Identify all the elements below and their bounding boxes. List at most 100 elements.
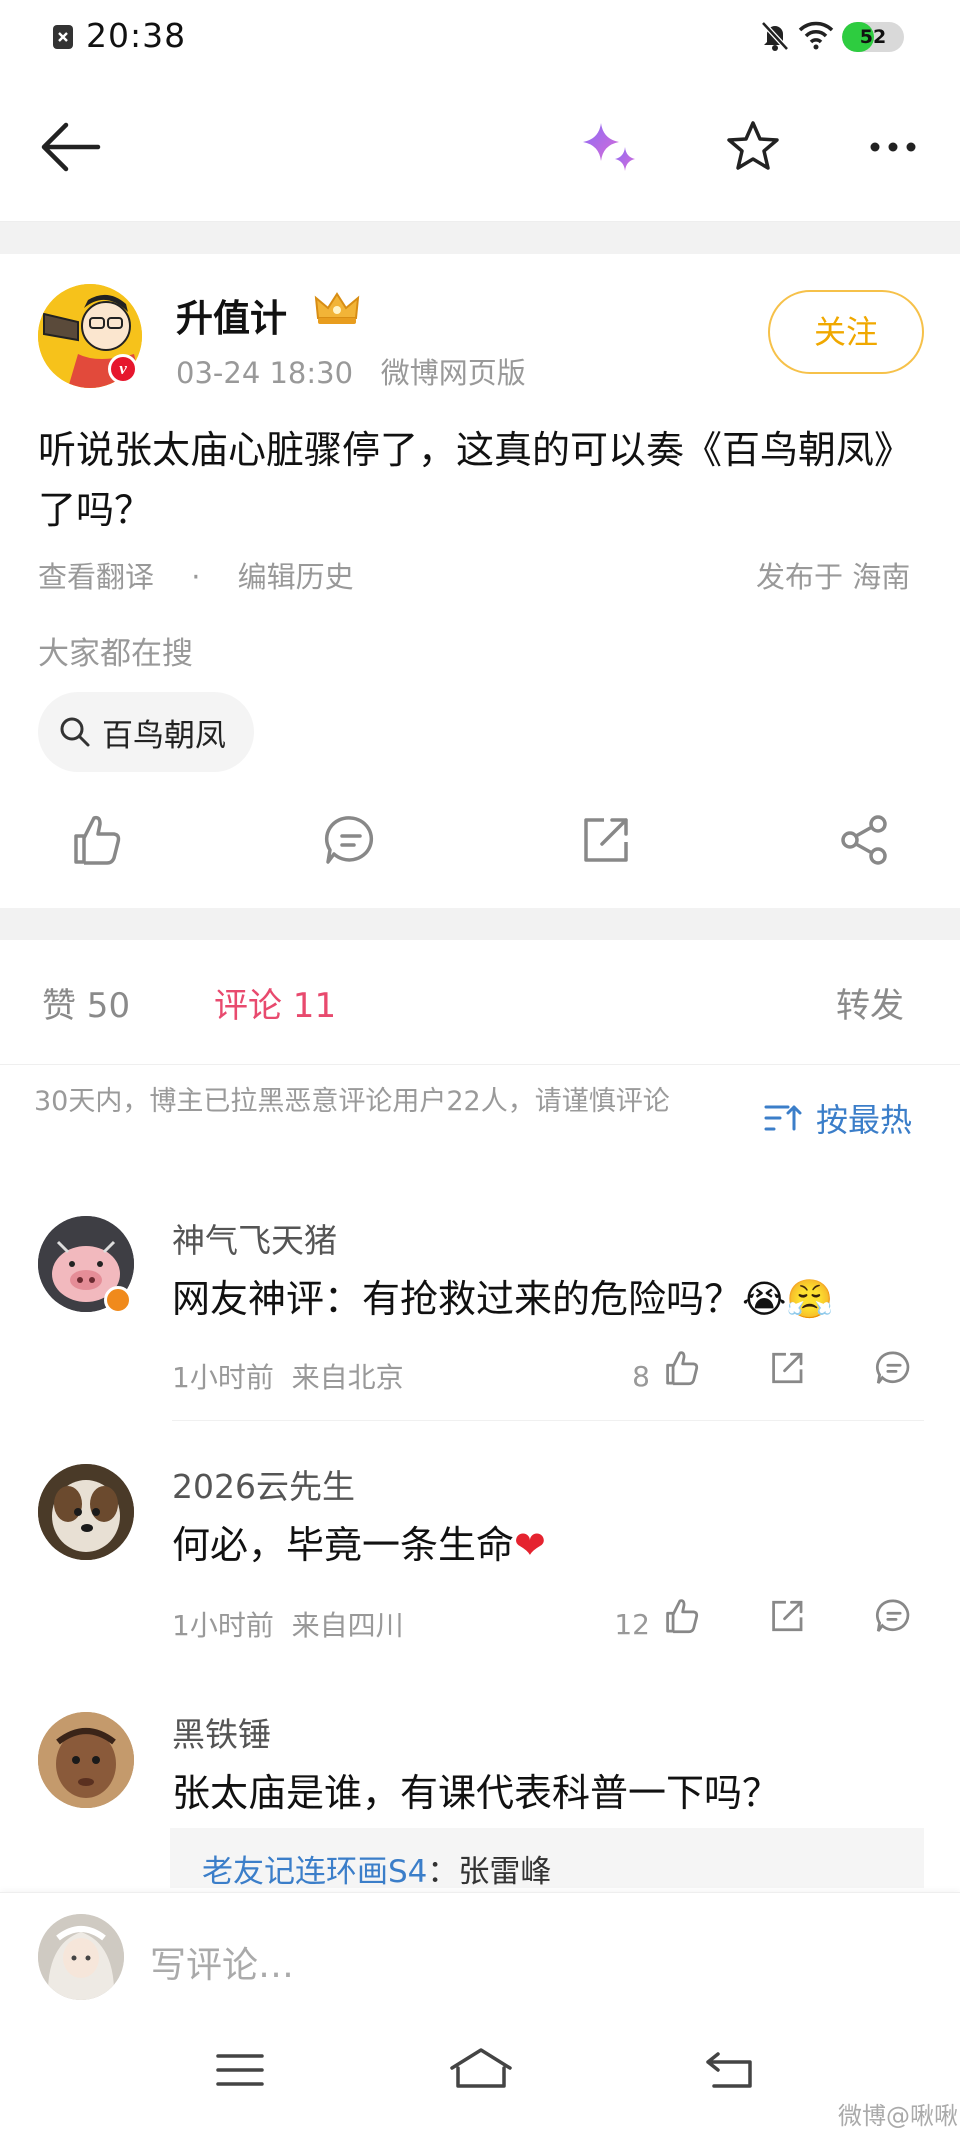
ai-sparkle-icon [583, 123, 635, 171]
comment-button[interactable] [316, 808, 386, 872]
like-button[interactable] [62, 808, 132, 872]
thumbs-up-icon [74, 815, 121, 865]
battery-level: 52 [859, 26, 887, 48]
battery-indicator: 52 [842, 22, 904, 52]
system-nav-bar [0, 2024, 960, 2133]
tab-reposts[interactable]: 转发 [836, 978, 904, 1027]
tab-comments[interactable]: 评论 11 [214, 978, 336, 1027]
reply-preview-author[interactable]: 老友记连环画S4 [202, 1854, 427, 1888]
post-action-row [0, 800, 960, 880]
author-name[interactable]: 升值计 [176, 288, 287, 342]
tab-likes[interactable]: 赞 50 [42, 978, 130, 1027]
star-outline-icon [727, 121, 779, 170]
hot-search-chip[interactable]: 百鸟朝凤 [38, 692, 254, 772]
mute-bell-icon [760, 20, 790, 52]
status-bar: 20:38 52 [0, 0, 960, 72]
watermark: 微博@啾啾 [838, 2102, 958, 2130]
comment-like-count: 8 [632, 1360, 650, 1393]
meta-separator: · [191, 560, 201, 594]
thumbs-up-icon [666, 1351, 699, 1386]
reply-preview-text: ：张雷峰 [427, 1854, 552, 1888]
thumbs-up-icon [666, 1599, 699, 1634]
comment-text: 网友神评：有抢救过来的危险吗？😭😤 [172, 1268, 834, 1323]
home-icon [450, 2048, 512, 2088]
sort-hot-button[interactable]: 按最热 [764, 1095, 912, 1141]
comment-input[interactable]: 写评论… [150, 1936, 294, 1988]
comment-like-button[interactable] [658, 1344, 706, 1392]
comment-location: 来自四川 [291, 1609, 404, 1642]
post-source: 微博网页版 [380, 356, 526, 390]
more-dots-icon [870, 142, 916, 152]
comment-share-button[interactable] [764, 1344, 812, 1392]
post-time: 03-24 18:30 [176, 356, 354, 390]
home-button[interactable] [448, 2046, 514, 2092]
comment-time: 1小时前 [172, 1361, 274, 1394]
translate-link[interactable]: 查看翻译 [38, 560, 154, 594]
status-time: 20:38 [86, 16, 187, 55]
sort-label: 按最热 [816, 1101, 913, 1139]
hot-search-term: 百鸟朝凤 [102, 717, 226, 754]
top-nav-bar [0, 72, 960, 222]
comment-notice: 30天内，博主已拉黑恶意评论用户22人，请谨慎评论 [34, 1086, 670, 1117]
verified-badge-icon: v [108, 354, 138, 384]
verified-badge-icon [104, 1286, 132, 1314]
share-nodes-icon [841, 815, 887, 865]
favorite-button[interactable] [718, 117, 788, 177]
comment-like-count: 12 [614, 1608, 650, 1641]
comment-reply-button[interactable] [870, 1344, 918, 1392]
comment-divider [172, 1420, 924, 1421]
commenter-name[interactable]: 神气飞天猪 [172, 1214, 337, 1262]
search-icon [60, 717, 90, 747]
my-avatar[interactable] [38, 1914, 124, 2000]
post-location: 发布于 海南 [756, 560, 911, 594]
sort-icon [764, 1105, 802, 1131]
wifi-icon [798, 20, 834, 50]
comment-meta: 1小时前 来自北京 [172, 1356, 404, 1396]
comment-composer-bar [0, 1892, 960, 2024]
comment-reply-button[interactable] [870, 1592, 918, 1640]
comment-text: 张太庙是谁，有课代表科普一下吗？ [172, 1771, 781, 1815]
section-gap [0, 222, 960, 254]
menu-button[interactable] [212, 2050, 272, 2090]
follow-button[interactable]: 关注 [768, 290, 924, 374]
back-system-button[interactable] [702, 2046, 762, 2092]
section-gap [0, 908, 960, 940]
menu-lines-icon [216, 2054, 264, 2086]
comment-body: 何必，毕竟一条生命 [172, 1523, 515, 1567]
share-out-icon [772, 1600, 803, 1632]
heart-icon: ❤ [514, 1523, 546, 1567]
commenter-avatar[interactable] [38, 1712, 134, 1808]
notification-icon [52, 24, 74, 50]
tab-divider [0, 1064, 960, 1065]
commenter-name[interactable]: 2026云先生 [172, 1460, 355, 1508]
post-timestamp: 03-24 18:30 微博网页版 [176, 350, 526, 392]
post-text: 听说张太庙心脏骤停了，这真的可以奏《百鸟朝凤》了吗？ [38, 428, 913, 532]
emoji-icons: 😭😤 [742, 1277, 834, 1321]
post-meta-links: 查看翻译 · 编辑历史 [38, 554, 354, 596]
crown-badge-icon [312, 288, 362, 328]
edit-history-link[interactable]: 编辑历史 [238, 560, 354, 594]
reply-preview[interactable]: 老友记连环画S4：张雷峰 [170, 1828, 924, 1888]
comment-like-button[interactable] [658, 1592, 706, 1640]
commenter-name[interactable]: 黑铁锤 [172, 1708, 271, 1756]
comment-bubble-icon [875, 1599, 910, 1632]
hot-search-label: 大家都在搜 [38, 636, 193, 672]
comment-bubble-icon [875, 1351, 910, 1384]
repost-button[interactable] [572, 808, 642, 872]
share-out-icon [772, 1352, 803, 1384]
return-icon [706, 2052, 752, 2088]
comment-text: 何必，毕竟一条生命❤ [172, 1514, 546, 1569]
back-button[interactable] [36, 117, 106, 177]
commenter-avatar[interactable] [38, 1464, 134, 1560]
comment-meta: 1小时前 来自四川 [172, 1604, 404, 1644]
share-button[interactable] [830, 808, 900, 872]
back-arrow-icon [41, 122, 101, 172]
comment-share-button[interactable] [764, 1592, 812, 1640]
more-options-button[interactable] [858, 117, 928, 177]
comment-body: 网友神评：有抢救过来的危险吗？ [172, 1277, 743, 1321]
comment-bubble-icon [324, 816, 374, 864]
comment-time: 1小时前 [172, 1609, 274, 1642]
share-out-icon [584, 818, 628, 862]
comment-location: 来自北京 [291, 1361, 404, 1394]
ai-assistant-button[interactable] [575, 117, 645, 177]
